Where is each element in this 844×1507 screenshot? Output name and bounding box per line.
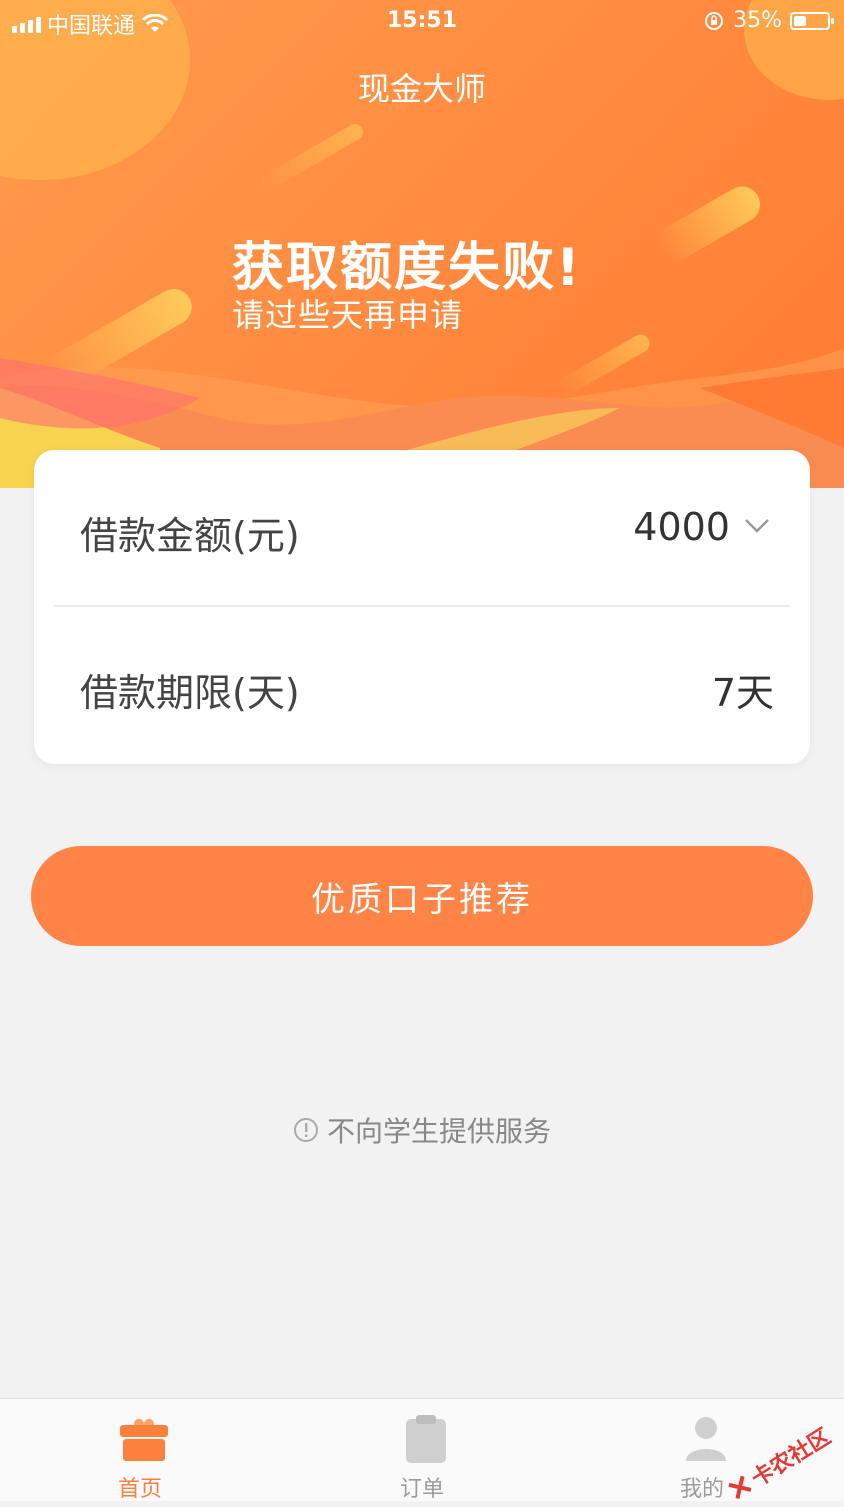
battery-icon (790, 11, 834, 30)
tab-home[interactable]: 首页 (40, 1399, 240, 1502)
decor-streak (254, 121, 366, 195)
user-icon (686, 1417, 726, 1461)
chevron-down-icon[interactable] (744, 512, 770, 538)
term-value: 7天 (711, 671, 774, 715)
tab-orders[interactable]: 订单 (322, 1399, 522, 1502)
recommend-button[interactable]: 优质口子推荐 (31, 846, 813, 946)
amount-label: 借款金额(元) (80, 514, 300, 558)
notice-text: 不向学生提供服务 (326, 1115, 551, 1148)
orientation-lock-icon (705, 11, 724, 30)
tab-orders-label: 订单 (399, 1477, 444, 1502)
loan-card: 借款金额(元) 4000 借款期限(天) 7天 (34, 450, 810, 764)
term-label: 借款期限(天) (80, 671, 300, 715)
term-row: 借款期限(天) 7天 (34, 607, 810, 763)
notice: 不向学生提供服务 (0, 1110, 844, 1150)
status-bar: 中国联通 15:51 35% (0, 0, 844, 44)
tab-home-label: 首页 (117, 1477, 162, 1502)
clipboard-icon (406, 1415, 446, 1463)
app-title: 现金大师 (357, 70, 486, 108)
tab-bar: 首页 订单 我的 卡农社区 (0, 1398, 844, 1502)
amount-value: 4000 (633, 505, 730, 549)
fail-title: 获取额度失败! (232, 238, 582, 298)
decor-streak (653, 179, 767, 267)
battery-percent: 35% (733, 8, 782, 33)
hero-banner: 中国联通 15:51 35% 现金大师 获取额度失败! 请过些天再申请 (0, 0, 844, 488)
fail-subtitle: 请过些天再申请 (232, 296, 464, 334)
gift-box-icon (120, 1418, 168, 1461)
amount-row[interactable]: 借款金额(元) 4000 (34, 450, 810, 607)
info-icon (293, 1118, 318, 1142)
